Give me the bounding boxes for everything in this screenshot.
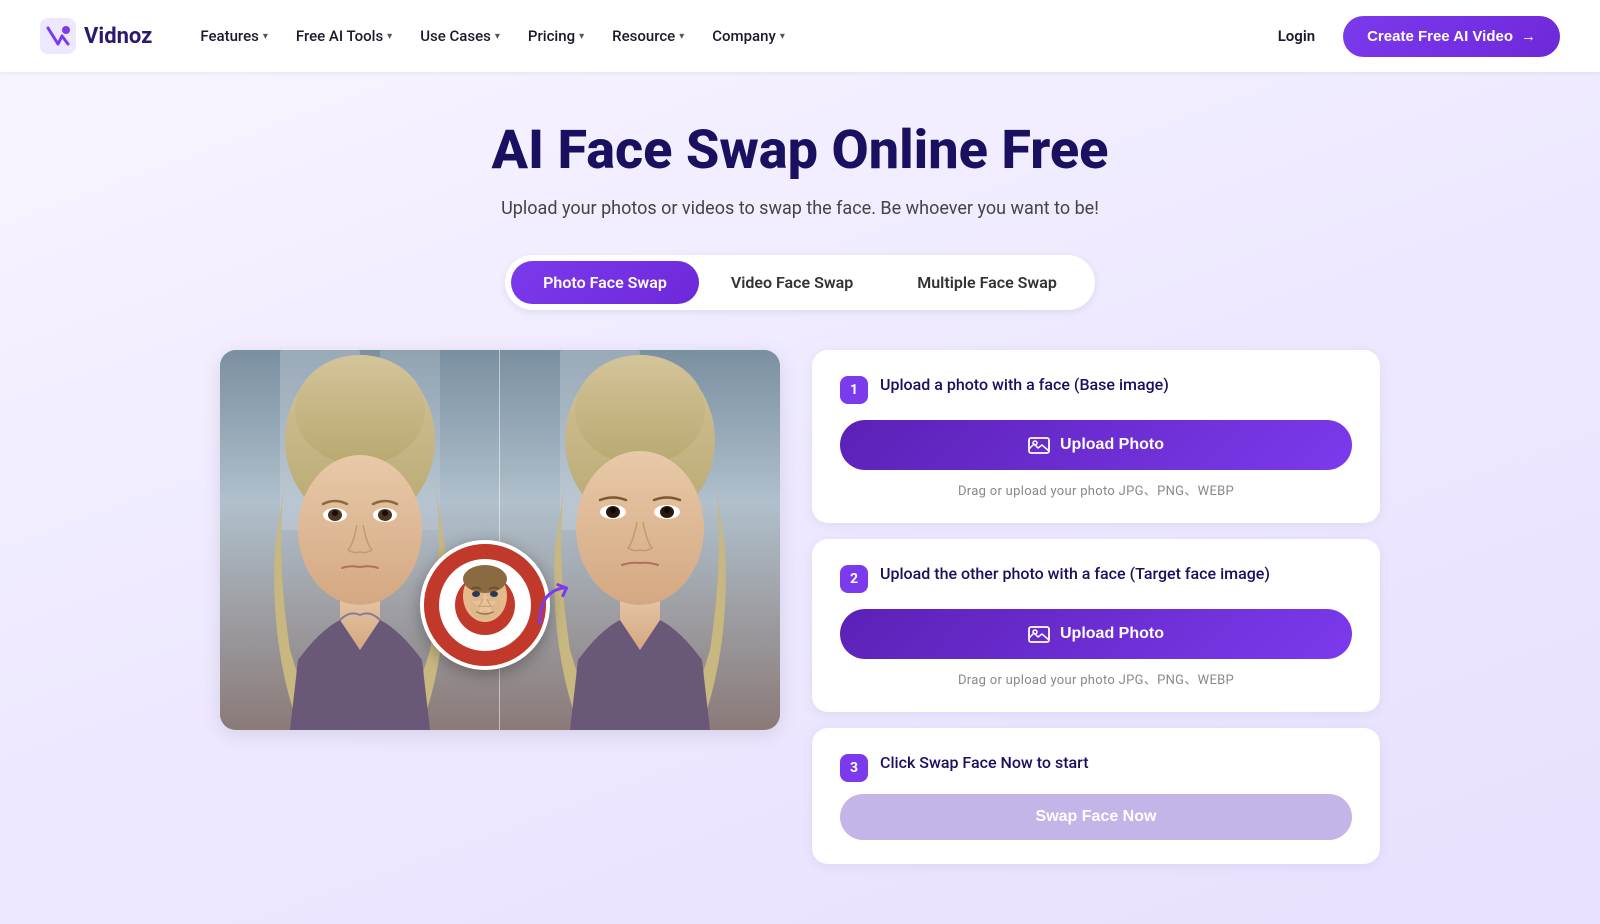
chevron-icon: ▾ [679,31,684,42]
step-1-title: Upload a photo with a face (Base image) [880,374,1169,396]
swapped-face-svg [500,350,780,730]
nav-item-pricing[interactable]: Pricing ▾ [516,19,596,53]
nav-item-company[interactable]: Company ▾ [700,19,797,53]
step-3-title: Click Swap Face Now to start [880,752,1089,774]
step-1-header: 1 Upload a photo with a face (Base image… [840,374,1352,404]
upload-photo-button-1[interactable]: Upload Photo [840,420,1352,470]
step-2-number: 2 [840,565,868,593]
navigation: Vidnoz Features ▾ Free AI Tools ▾ Use Ca… [0,0,1600,72]
nav-item-features[interactable]: Features ▾ [188,19,280,53]
nav-right: Login Create Free AI Video → [1266,16,1560,57]
original-face-svg [220,350,500,730]
step-2-card: 2 Upload the other photo with a face (Ta… [812,539,1380,712]
tab-photo-face-swap[interactable]: Photo Face Swap [511,261,699,304]
nav-item-use-cases[interactable]: Use Cases ▾ [408,19,512,53]
hero-section: AI Face Swap Online Free Upload your pho… [0,72,1600,924]
demo-image-container [220,350,780,730]
step-3-number: 3 [840,754,868,782]
upload-icon-2 [1028,623,1050,645]
chevron-icon: ▾ [579,31,584,42]
logo[interactable]: Vidnoz [40,18,152,54]
main-content: 1 Upload a photo with a face (Base image… [200,350,1400,864]
swap-face-button[interactable]: Swap Face Now [840,794,1352,840]
hero-title: AI Face Swap Online Free [40,120,1560,182]
create-video-button[interactable]: Create Free AI Video → [1343,16,1560,57]
demo-original-image [220,350,500,730]
hero-subtitle: Upload your photos or videos to swap the… [40,198,1560,219]
tab-video-face-swap[interactable]: Video Face Swap [699,261,885,304]
chevron-icon: ▾ [780,31,785,42]
nav-item-free-ai-tools[interactable]: Free AI Tools ▾ [284,19,404,53]
arrow-icon: → [1521,28,1536,45]
demo-swapped-image [500,350,780,730]
upload-photo-button-2[interactable]: Upload Photo [840,609,1352,659]
chevron-icon: ▾ [387,31,392,42]
step-2-header: 2 Upload the other photo with a face (Ta… [840,563,1352,593]
step-1-card: 1 Upload a photo with a face (Base image… [812,350,1380,523]
step-2-title: Upload the other photo with a face (Targ… [880,563,1270,585]
upload-hint-2: Drag or upload your photo JPG、PNG、WEBP [840,669,1352,688]
chevron-icon: ▾ [263,31,268,42]
step-3-card: 3 Click Swap Face Now to start Swap Face… [812,728,1380,864]
chevron-icon: ▾ [495,31,500,42]
logo-icon [40,18,76,54]
demo-images [220,350,780,730]
nav-links: Features ▾ Free AI Tools ▾ Use Cases ▾ P… [188,19,1265,53]
steps-panel: 1 Upload a photo with a face (Base image… [812,350,1380,864]
login-button[interactable]: Login [1266,19,1327,53]
tabs-container: Photo Face Swap Video Face Swap Multiple… [505,255,1095,310]
logo-text: Vidnoz [84,24,152,49]
step-1-number: 1 [840,376,868,404]
upload-hint-1: Drag or upload your photo JPG、PNG、WEBP [840,480,1352,499]
step-3-header: 3 Click Swap Face Now to start [840,752,1352,782]
upload-icon-1 [1028,434,1050,456]
nav-item-resource[interactable]: Resource ▾ [600,19,696,53]
tab-multiple-face-swap[interactable]: Multiple Face Swap [885,261,1089,304]
